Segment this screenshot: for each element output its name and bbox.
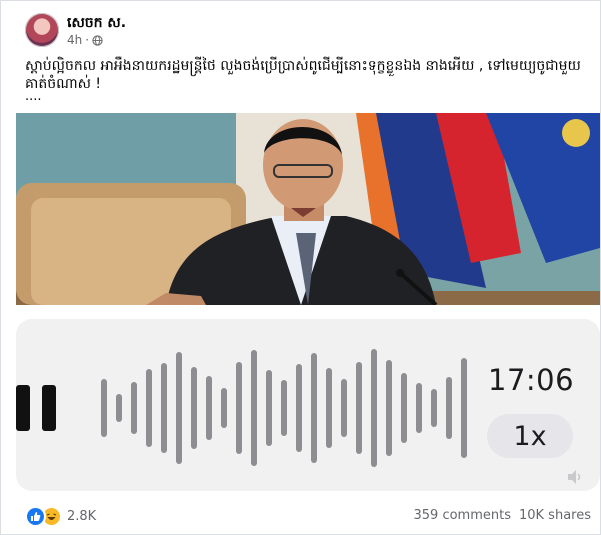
playback-speed-button[interactable]: 1x (487, 414, 573, 458)
waveform-bar (146, 369, 152, 447)
globe-icon (92, 34, 103, 46)
waveform-bar (416, 383, 422, 433)
waveform-bar (206, 376, 212, 440)
reaction-count: 2.8K (67, 509, 97, 524)
waveform-bar (266, 370, 272, 446)
waveform-bar (131, 382, 137, 434)
author-name[interactable]: សេចក ស. (67, 13, 126, 34)
waveform-bar (371, 349, 377, 467)
post-text: ស្តាប់ល្អិចកល អាអឺងនាយករដ្ឋមន្រ្តីថៃ លួង… (25, 58, 581, 92)
post-meta: 4h · (67, 33, 103, 47)
waveform-bar (356, 362, 362, 454)
audio-duration: 17:06 (488, 363, 575, 397)
see-more[interactable]: .... (25, 89, 42, 104)
voice-message-player: 17:06 1x (16, 319, 600, 491)
waveform-bar (401, 373, 407, 443)
like-icon (25, 506, 46, 527)
post-time[interactable]: 4h (67, 33, 82, 47)
post-footer: 2.8K 359 comments 10K shares (25, 506, 591, 528)
waveform-bar (431, 389, 437, 427)
audio-waveform[interactable] (16, 319, 486, 491)
waveform-bar (116, 394, 122, 422)
post-card: សេចក ស. 4h · ស្តាប់ល្អិចកល អាអឺងនាយករដ្ឋ… (0, 0, 601, 535)
waveform-bar (251, 350, 257, 466)
photo-image (16, 113, 600, 305)
shares-link[interactable]: 10K shares (519, 508, 591, 523)
waveform-bar (311, 353, 317, 463)
comments-link[interactable]: 359 comments (414, 508, 511, 523)
volume-icon[interactable] (566, 469, 584, 485)
waveform-bar (236, 362, 242, 454)
waveform-bar (161, 363, 167, 453)
waveform-bar (191, 367, 197, 449)
waveform-bar (386, 360, 392, 456)
waveform-bar (281, 380, 287, 436)
waveform-bar (461, 358, 467, 458)
reactions-summary[interactable]: 2.8K (25, 506, 96, 527)
waveform-bar (296, 364, 302, 452)
waveform-bar (221, 388, 227, 428)
waveform-bar (101, 379, 107, 437)
post-photo[interactable] (16, 113, 600, 305)
waveform-bar (326, 368, 332, 448)
waveform-bar (446, 377, 452, 439)
waveform-bar (176, 352, 182, 464)
waveform-bar (341, 379, 347, 437)
avatar[interactable] (25, 13, 59, 47)
